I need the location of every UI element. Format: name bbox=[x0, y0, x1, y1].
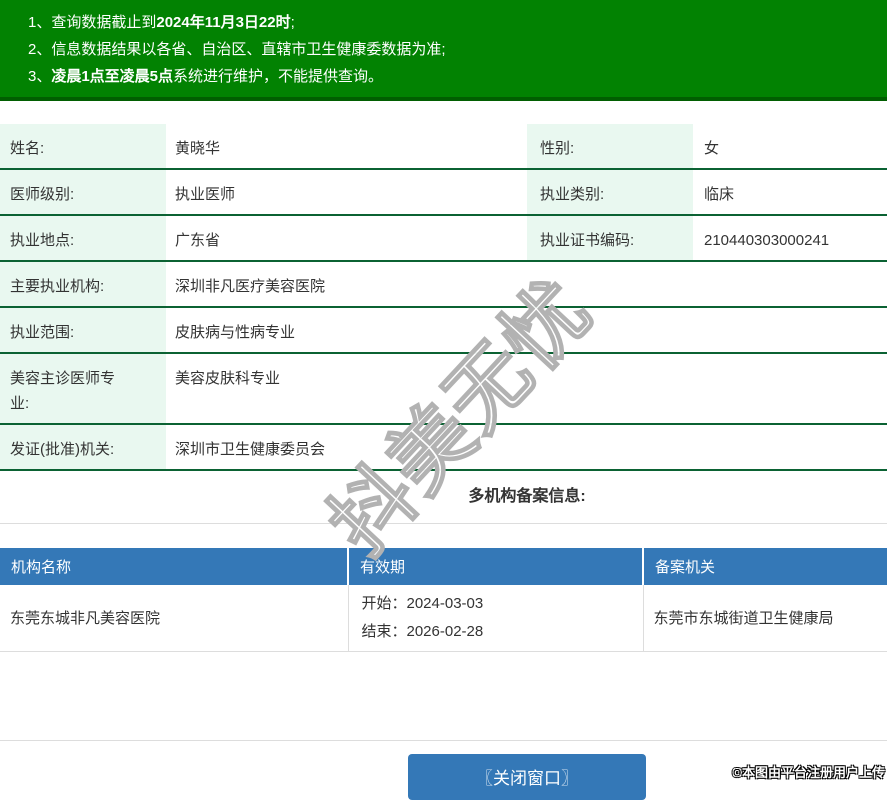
validity-end: 结束：2026-02-28 bbox=[361, 622, 484, 640]
notice-text: 查询数据截止到 bbox=[51, 14, 157, 31]
column-header-authority: 备案机关 bbox=[643, 548, 887, 585]
field-label-cert-number: 执业证书编码: bbox=[527, 215, 693, 262]
notice-number: 3、 bbox=[28, 68, 52, 85]
table-row: 主要执业机构: 深圳非凡医疗美容医院 bbox=[0, 261, 887, 308]
column-header-org-name: 机构名称 bbox=[0, 548, 349, 585]
validity-start: 开始：2024-03-03 bbox=[361, 594, 484, 612]
notice-number: 2、 bbox=[28, 41, 52, 58]
field-label-scope: 执业范围: bbox=[0, 307, 166, 354]
authority-cell: 东莞市东城街道卫生健康局 bbox=[643, 585, 887, 652]
notice-text-bold: 2024年11月3日22时 bbox=[156, 14, 291, 31]
notice-line-1: 1、查询数据截止到2024年11月3日22时; bbox=[28, 9, 887, 36]
column-header-validity: 有效期 bbox=[348, 548, 644, 585]
field-value-cert-number: 210440303000241 bbox=[693, 215, 887, 262]
field-label-category: 执业类别: bbox=[527, 169, 693, 216]
field-value-category: 临床 bbox=[693, 169, 887, 216]
field-value-main-org: 深圳非凡医疗美容医院 bbox=[166, 261, 887, 308]
copyright-watermark: ©本图由平台注册用户上传 bbox=[732, 765, 885, 780]
bottom-divider bbox=[0, 652, 887, 741]
practitioner-info-table: 姓名: 黄晓华 性别: 女 医师级别: 执业医师 执业类别: 临床 执业地点: … bbox=[0, 124, 887, 471]
table-row: 发证(批准)机关: 深圳市卫生健康委员会 bbox=[0, 424, 887, 471]
page-container: 1、查询数据截止到2024年11月3日22时; 2、信息数据结果以各省、自治区、… bbox=[0, 0, 887, 800]
field-label-gender: 性别: bbox=[527, 124, 693, 170]
org-name-cell: 东莞东城非凡美容医院 bbox=[0, 585, 349, 652]
multi-org-heading: 多机构备案信息: bbox=[0, 471, 887, 524]
validity-cell: 开始：2024-03-03 结束：2026-02-28 bbox=[348, 585, 644, 652]
field-label-location: 执业地点: bbox=[0, 215, 166, 262]
field-value-location: 广东省 bbox=[166, 215, 527, 262]
field-label-cosmetic-specialty: 美容主诊医师专业: bbox=[0, 353, 166, 425]
table-header-row: 机构名称 有效期 备案机关 bbox=[0, 548, 887, 585]
field-value-name: 黄晓华 bbox=[166, 124, 527, 170]
field-label-level: 医师级别: bbox=[0, 169, 166, 216]
table-row: 美容主诊医师专业: 美容皮肤科专业 bbox=[0, 353, 887, 425]
multi-org-table: 机构名称 有效期 备案机关 东莞东城非凡美容医院 开始：2024-03-03 结… bbox=[0, 548, 887, 652]
notice-text: 系统进行维护，不能提供查询。 bbox=[173, 68, 384, 85]
close-window-button[interactable]: 〖关闭窗口〗 bbox=[408, 753, 646, 800]
table-row: 东莞东城非凡美容医院 开始：2024-03-03 结束：2026-02-28 东… bbox=[0, 585, 887, 652]
field-label-main-org: 主要执业机构: bbox=[0, 261, 166, 308]
field-value-cosmetic-specialty: 美容皮肤科专业 bbox=[166, 353, 887, 425]
notice-text: ; bbox=[290, 14, 295, 31]
notice-banner: 1、查询数据截止到2024年11月3日22时; 2、信息数据结果以各省、自治区、… bbox=[0, 0, 887, 101]
table-row: 执业范围: 皮肤病与性病专业 bbox=[0, 307, 887, 354]
notice-number: 1、 bbox=[28, 14, 52, 31]
field-label-name: 姓名: bbox=[0, 124, 166, 170]
field-label-issuing-authority: 发证(批准)机关: bbox=[0, 424, 166, 471]
field-value-scope: 皮肤病与性病专业 bbox=[166, 307, 887, 354]
notice-line-2: 2、信息数据结果以各省、自治区、直辖市卫生健康委数据为准; bbox=[28, 36, 887, 63]
table-row: 医师级别: 执业医师 执业类别: 临床 bbox=[0, 169, 887, 216]
notice-line-3: 3、凌晨1点至凌晨5点系统进行维护，不能提供查询。 bbox=[28, 63, 887, 90]
field-value-gender: 女 bbox=[693, 124, 887, 170]
field-value-issuing-authority: 深圳市卫生健康委员会 bbox=[166, 424, 887, 471]
notice-text: 信息数据结果以各省、自治区、直辖市卫生健康委数据为准; bbox=[51, 41, 446, 58]
field-value-level: 执业医师 bbox=[166, 169, 527, 216]
table-row: 姓名: 黄晓华 性别: 女 bbox=[0, 124, 887, 170]
notice-text-bold: 凌晨1点至凌晨5点 bbox=[51, 68, 174, 85]
table-row: 执业地点: 广东省 执业证书编码: 210440303000241 bbox=[0, 215, 887, 262]
